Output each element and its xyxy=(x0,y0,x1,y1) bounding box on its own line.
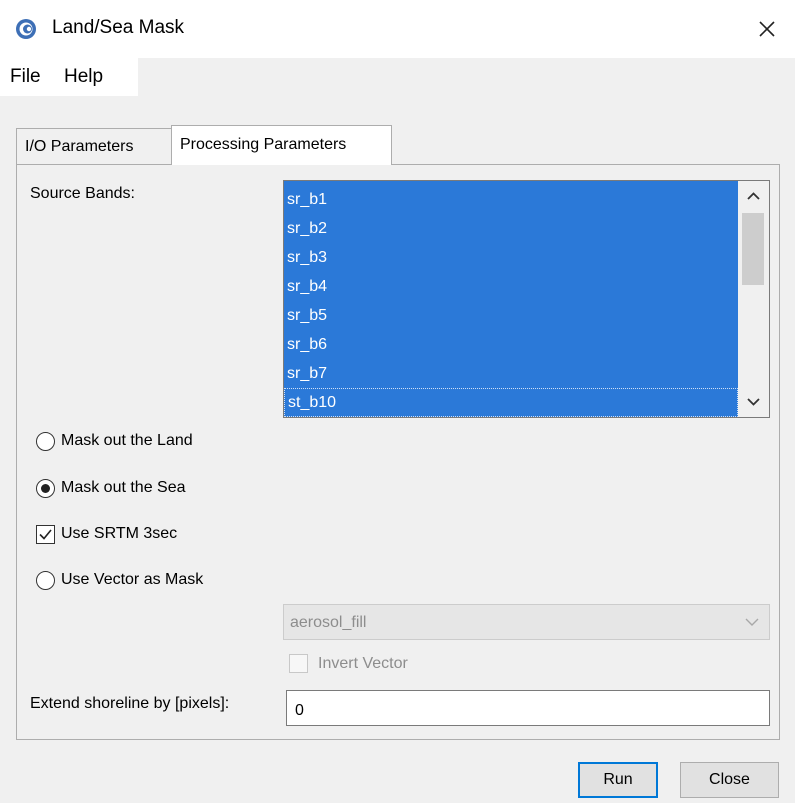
list-item-sr-b6[interactable]: sr_b6 xyxy=(284,330,738,359)
source-bands-items: sr_b1 sr_b2 sr_b3 sr_b4 sr_b5 sr_b6 sr_b… xyxy=(284,181,738,417)
mask-sea-option[interactable]: Mask out the Sea xyxy=(36,476,236,502)
tab-io-parameters[interactable]: I/O Parameters xyxy=(16,128,172,164)
list-item-sr-b3[interactable]: sr_b3 xyxy=(284,243,738,272)
use-vector-option[interactable]: Use Vector as Mask xyxy=(36,568,256,594)
app-logo-icon xyxy=(16,19,36,39)
chevron-up-icon[interactable] xyxy=(738,181,769,211)
invert-vector-checkbox[interactable] xyxy=(289,654,308,673)
list-item-sr-b1[interactable]: sr_b1 xyxy=(284,185,738,214)
close-icon[interactable] xyxy=(752,14,782,44)
tab-processing-parameters[interactable]: Processing Parameters xyxy=(171,125,392,165)
list-item-st-b10[interactable]: st_b10 xyxy=(284,388,738,417)
shoreline-input[interactable] xyxy=(287,691,769,725)
scroll-thumb[interactable] xyxy=(742,213,764,285)
source-bands-list[interactable]: sr_b1 sr_b2 sr_b3 sr_b4 sr_b5 sr_b6 sr_b… xyxy=(283,180,770,418)
mask-sea-label: Mask out the Sea xyxy=(61,479,186,496)
list-item-sr-b4[interactable]: sr_b4 xyxy=(284,272,738,301)
list-item-sr-b7[interactable]: sr_b7 xyxy=(284,359,738,388)
use-srtm-option[interactable]: Use SRTM 3sec xyxy=(36,522,236,548)
use-srtm-label: Use SRTM 3sec xyxy=(61,525,178,542)
vector-select-value: aerosol_fill xyxy=(290,614,367,631)
window-title: Land/Sea Mask xyxy=(52,17,185,38)
menu-bar: File Help xyxy=(0,58,138,96)
close-button[interactable]: Close xyxy=(680,762,779,798)
mask-land-option[interactable]: Mask out the Land xyxy=(36,429,236,455)
menu-help[interactable]: Help xyxy=(64,64,103,90)
chevron-down-icon xyxy=(745,618,759,626)
list-scrollbar[interactable] xyxy=(738,181,769,417)
invert-vector-label: Invert Vector xyxy=(318,655,408,672)
shoreline-field[interactable] xyxy=(286,690,770,726)
vector-select[interactable]: aerosol_fill xyxy=(283,604,770,640)
checkmark-icon xyxy=(39,529,52,540)
run-button[interactable]: Run xyxy=(578,762,658,798)
list-item-sr-b2[interactable]: sr_b2 xyxy=(284,214,738,243)
mask-land-label: Mask out the Land xyxy=(61,432,193,449)
mask-sea-radio[interactable] xyxy=(36,479,55,498)
shoreline-label: Extend shoreline by [pixels]: xyxy=(30,695,230,712)
mask-land-radio[interactable] xyxy=(36,432,55,451)
use-vector-label: Use Vector as Mask xyxy=(61,571,204,588)
title-bar: Land/Sea Mask xyxy=(0,0,795,58)
list-item-sr-b5[interactable]: sr_b5 xyxy=(284,301,738,330)
use-vector-radio[interactable] xyxy=(36,571,55,590)
use-srtm-checkbox[interactable] xyxy=(36,525,55,544)
chevron-down-icon[interactable] xyxy=(738,387,769,417)
source-bands-label: Source Bands: xyxy=(30,185,135,202)
menu-file[interactable]: File xyxy=(10,64,41,90)
